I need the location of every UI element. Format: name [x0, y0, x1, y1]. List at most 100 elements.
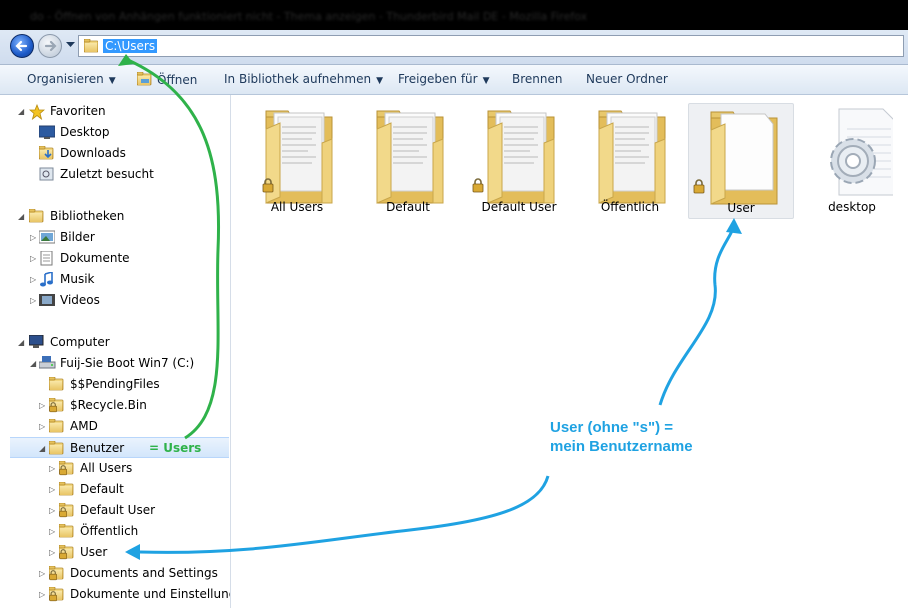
collapsed-triangle-icon[interactable]: ▷: [49, 479, 55, 500]
collapsed-triangle-icon[interactable]: ▷: [39, 416, 45, 437]
folder-icon: [84, 39, 98, 53]
expanded-triangle-icon[interactable]: ◢: [18, 206, 24, 227]
tree-item-default-user[interactable]: ▷ Default User: [0, 500, 230, 521]
folder-icon: [598, 110, 666, 204]
tree-label: Dokumente: [60, 251, 130, 265]
tree-item-computer[interactable]: ◢ Computer: [0, 332, 230, 353]
share-label: Freigeben für: [398, 72, 478, 86]
file-item-desktop-ini[interactable]: desktop: [799, 103, 905, 219]
tree-item-public[interactable]: ▷ Öffentlich: [0, 521, 230, 542]
open-button[interactable]: Öffnen: [136, 71, 197, 87]
file-item-default[interactable]: Default: [355, 103, 461, 219]
tree-item-drive-c[interactable]: ◢ Fuij-Sie Boot Win7 (C:): [0, 353, 230, 374]
share-menu[interactable]: Freigeben für ▼: [398, 72, 490, 86]
collapsed-triangle-icon[interactable]: ▷: [30, 248, 36, 269]
tree-item-recycle-bin[interactable]: ▷ $Recycle.Bin: [0, 395, 230, 416]
tree-item-dokumente-und-einstellungen[interactable]: ▷ Dokumente und Einstellungen: [0, 584, 230, 605]
tree-label: Bilder: [60, 230, 95, 244]
collapsed-triangle-icon[interactable]: ▷: [49, 500, 55, 521]
collapsed-triangle-icon[interactable]: ▷: [30, 290, 36, 311]
forward-button[interactable]: [38, 34, 62, 58]
documents-icon: [40, 251, 53, 266]
tree-item-videos[interactable]: ▷ Videos: [0, 290, 230, 311]
tree-item-pending-files[interactable]: $$PendingFiles: [0, 374, 230, 395]
collapsed-triangle-icon[interactable]: ▷: [30, 227, 36, 248]
collapsed-triangle-icon[interactable]: ▷: [39, 395, 45, 416]
collapsed-triangle-icon[interactable]: ▷: [39, 563, 45, 584]
organize-label: Organisieren: [27, 72, 104, 86]
new-folder-label: Neuer Ordner: [586, 72, 668, 86]
tree-item-music[interactable]: ▷ Musik: [0, 269, 230, 290]
music-note-icon: [40, 272, 53, 287]
tree-item-amd[interactable]: ▷ AMD: [0, 416, 230, 437]
folder-icon: [49, 441, 64, 455]
back-button[interactable]: [10, 34, 34, 58]
open-folder-icon: [136, 71, 152, 86]
include-library-menu[interactable]: In Bibliothek aufnehmen ▼: [224, 72, 383, 86]
tree-label: Musik: [60, 272, 95, 286]
tree-item-documents-and-settings[interactable]: ▷ Documents and Settings: [0, 563, 230, 584]
tree-label: Videos: [60, 293, 100, 307]
collapsed-triangle-icon[interactable]: ▷: [49, 542, 55, 563]
navigation-pane: ◢ Favoriten Desktop Downloads Zuletzt be…: [0, 95, 231, 608]
file-item-label: User: [727, 201, 755, 215]
tree-item-all-users[interactable]: ▷ All Users: [0, 458, 230, 479]
tree-item-favorites[interactable]: ◢ Favoriten: [0, 101, 230, 122]
tree-label: Computer: [50, 335, 110, 349]
address-path[interactable]: C:\Users: [103, 39, 158, 53]
tree-item-downloads[interactable]: Downloads: [0, 143, 230, 164]
folder-icon: [710, 111, 778, 205]
collapsed-triangle-icon[interactable]: ▷: [49, 458, 55, 479]
tree-label: Zuletzt besucht: [60, 167, 154, 181]
tree-item-default[interactable]: ▷ Default: [0, 479, 230, 500]
tree-label: User: [80, 545, 108, 559]
expanded-triangle-icon[interactable]: ◢: [30, 353, 36, 374]
annotation-line: mein Benutzername: [550, 438, 693, 455]
desktop-icon: [39, 125, 55, 139]
tree-label: Documents and Settings: [70, 566, 218, 580]
command-bar: Organisieren ▼ Öffnen In Bibliothek aufne…: [0, 65, 908, 95]
expanded-triangle-icon[interactable]: ◢: [39, 438, 45, 459]
tree-item-pictures[interactable]: ▷ Bilder: [0, 227, 230, 248]
tree-item-recent[interactable]: Zuletzt besucht: [0, 164, 230, 185]
recent-places-icon: [39, 167, 54, 181]
tree-label: Desktop: [60, 125, 110, 139]
blue-annotation-text: User (ohne "s") = mein Benutzername: [550, 418, 693, 456]
include-library-label: In Bibliothek aufnehmen: [224, 72, 372, 86]
file-item-label: desktop: [828, 200, 876, 214]
tree-label: Default: [80, 482, 124, 496]
locked-folder-icon: [49, 587, 64, 602]
folder-icon: [487, 110, 555, 204]
burn-label: Brennen: [512, 72, 563, 86]
new-folder-button[interactable]: Neuer Ordner: [586, 72, 668, 86]
burn-button[interactable]: Brennen: [512, 72, 562, 86]
collapsed-triangle-icon[interactable]: ▷: [49, 521, 55, 542]
file-item-default-user[interactable]: Default User: [466, 103, 572, 219]
chevron-down-icon: ▼: [482, 76, 490, 86]
file-item-all-users[interactable]: All Users: [244, 103, 350, 219]
tree-item-user[interactable]: ▷ User: [0, 542, 230, 563]
address-bar[interactable]: C:\Users: [78, 35, 904, 57]
tree-label: $$PendingFiles: [70, 377, 160, 391]
file-item-public[interactable]: Öffentlich: [577, 103, 683, 219]
tree-item-desktop[interactable]: Desktop: [0, 122, 230, 143]
recent-pages-dropdown-icon[interactable]: [66, 42, 75, 48]
file-list: All Users Default Default User Öffentlic…: [231, 95, 908, 608]
collapsed-triangle-icon[interactable]: ▷: [30, 269, 36, 290]
arrow-right-icon: [44, 40, 57, 52]
tree-item-documents[interactable]: ▷ Dokumente: [0, 248, 230, 269]
tree-label: All Users: [80, 461, 133, 475]
chevron-down-icon: ▼: [376, 76, 383, 86]
expanded-triangle-icon[interactable]: ◢: [18, 101, 24, 122]
collapsed-triangle-icon[interactable]: ▷: [39, 584, 45, 605]
folder-icon: [59, 482, 74, 496]
tree-label: AMD: [70, 419, 98, 433]
organize-menu[interactable]: Organisieren ▼: [27, 72, 116, 86]
tree-label: Bibliotheken: [50, 209, 125, 223]
tree-item-benutzer[interactable]: ◢ Benutzer = Users: [10, 437, 229, 458]
video-film-icon: [39, 294, 55, 306]
locked-folder-icon: [59, 545, 74, 560]
expanded-triangle-icon[interactable]: ◢: [18, 332, 24, 353]
file-item-user[interactable]: User: [688, 103, 794, 219]
tree-item-libraries[interactable]: ◢ Bibliotheken: [0, 206, 230, 227]
